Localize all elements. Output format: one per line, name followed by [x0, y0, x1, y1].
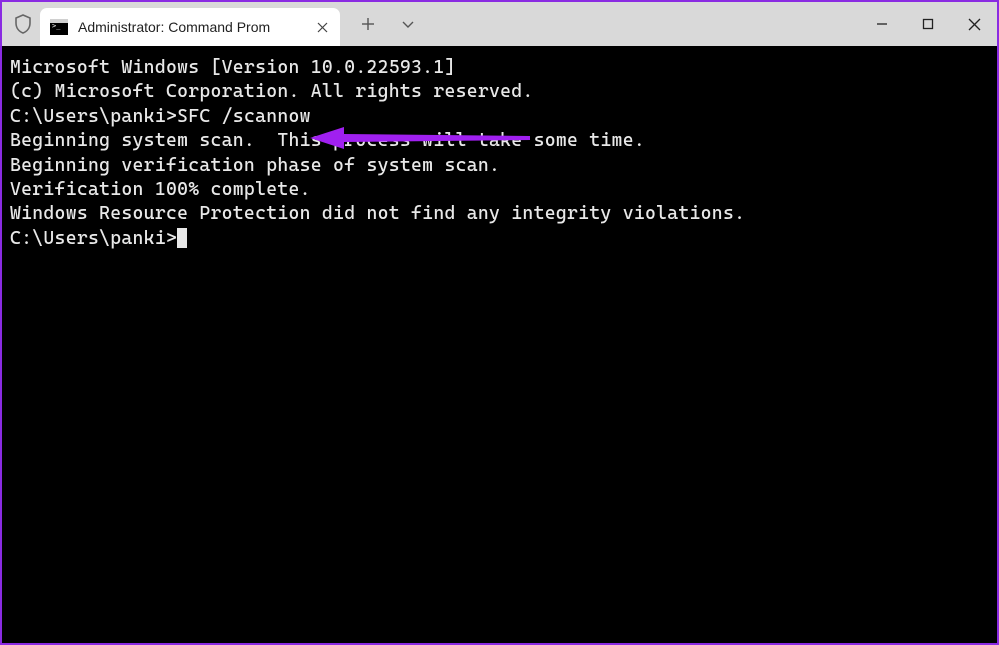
- terminal-prompt-line: C:\Users\panki>: [10, 227, 989, 251]
- shield-icon: [12, 13, 34, 35]
- terminal-line: Microsoft Windows [Version 10.0.22593.1]: [10, 56, 989, 80]
- terminal-line: Windows Resource Protection did not find…: [10, 202, 989, 226]
- terminal-output[interactable]: Microsoft Windows [Version 10.0.22593.1]…: [2, 46, 997, 643]
- prompt-path: C:\Users\panki>: [10, 106, 177, 127]
- terminal-prompt-line: C:\Users\panki>SFC /scannow: [10, 105, 989, 129]
- new-tab-button[interactable]: [358, 2, 378, 46]
- prompt-command: SFC /scannow: [177, 106, 311, 127]
- tab-dropdown-button[interactable]: [398, 2, 418, 46]
- terminal-line: Beginning system scan. This process will…: [10, 129, 989, 153]
- terminal-window: Administrator: Command Prom: [0, 0, 999, 645]
- maximize-button[interactable]: [905, 2, 951, 46]
- tab-controls: [340, 2, 418, 46]
- cursor-icon: [177, 228, 187, 248]
- terminal-line: Beginning verification phase of system s…: [10, 154, 989, 178]
- tab-title: Administrator: Command Prom: [78, 19, 270, 35]
- title-bar[interactable]: Administrator: Command Prom: [2, 2, 997, 46]
- prompt-path: C:\Users\panki>: [10, 228, 177, 249]
- terminal-icon: [50, 19, 68, 35]
- minimize-button[interactable]: [859, 2, 905, 46]
- title-bar-left: [2, 2, 34, 46]
- close-window-button[interactable]: [951, 2, 997, 46]
- active-tab[interactable]: Administrator: Command Prom: [40, 8, 340, 46]
- terminal-line: Verification 100% complete.: [10, 178, 989, 202]
- terminal-line: (c) Microsoft Corporation. All rights re…: [10, 80, 989, 104]
- window-controls: [859, 2, 997, 46]
- close-tab-button[interactable]: [314, 19, 330, 35]
